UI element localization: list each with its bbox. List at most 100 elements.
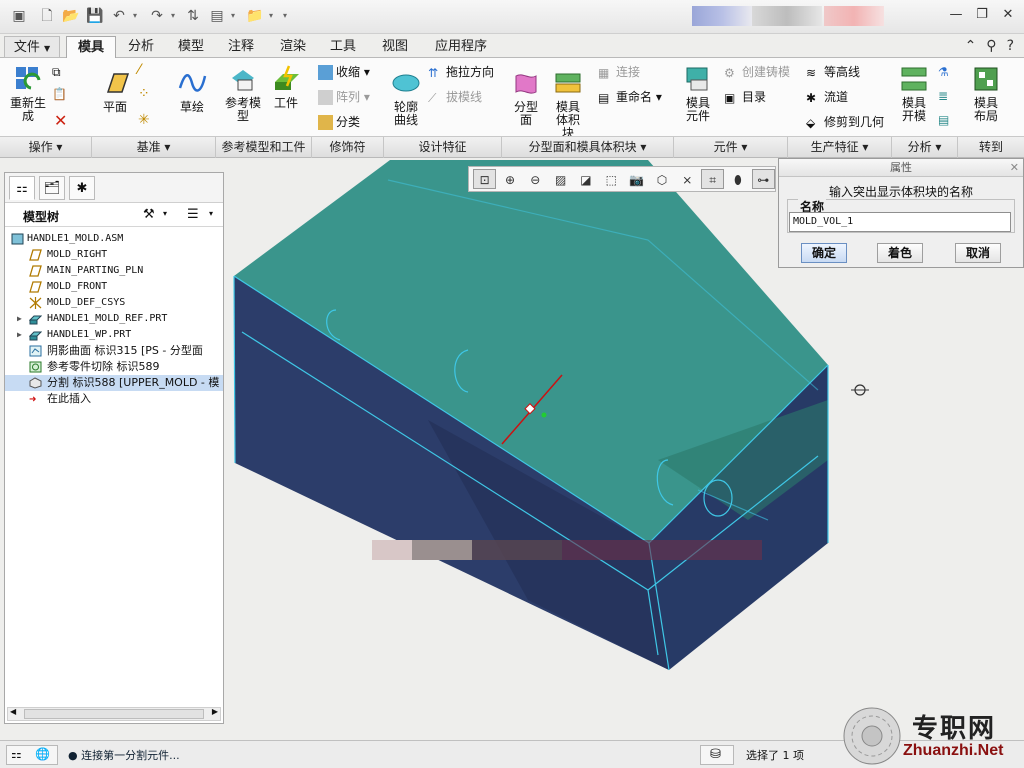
group-analysis[interactable]: 分析 ▾ bbox=[892, 137, 958, 158]
cancel-button[interactable]: 取消 bbox=[955, 243, 1001, 263]
search-icon[interactable]: ⚲ bbox=[986, 38, 996, 54]
expand-arrow-icon[interactable]: ▶ bbox=[17, 311, 22, 327]
shade-button[interactable]: 着色 bbox=[877, 243, 923, 263]
perspective-icon[interactable]: ⬡ bbox=[650, 169, 673, 189]
regenerate-button[interactable]: 重新生成 bbox=[8, 64, 48, 123]
tree-item-ref-part[interactable]: ▶ HANDLE1_MOLD_REF.PRT bbox=[5, 311, 223, 327]
runner-button[interactable]: ✱ 流道 bbox=[806, 89, 848, 105]
parting-surface-button[interactable]: 分型面 bbox=[508, 68, 544, 127]
tree-horizontal-scrollbar[interactable]: ◀ ▶ bbox=[7, 707, 221, 721]
analysis-icon-1[interactable]: ⚗ bbox=[938, 66, 949, 79]
tree-item-split[interactable]: 分割 标识588 [UPPER_MOLD - 模 bbox=[5, 375, 223, 391]
mold-volume-button[interactable]: 模具体积块 bbox=[546, 68, 590, 140]
new-file-icon[interactable]: 🗋 bbox=[38, 7, 56, 25]
view-manager-icon[interactable]: 📷 bbox=[625, 169, 648, 189]
save-icon[interactable]: 💾 bbox=[86, 7, 104, 25]
name-input[interactable]: MOLD_VOL_1 bbox=[789, 212, 1011, 232]
classify-button[interactable]: 分类 bbox=[318, 114, 360, 130]
app-icon[interactable]: ▣ bbox=[10, 7, 28, 25]
spin-center-toggle-icon[interactable]: ⬮ bbox=[726, 169, 749, 189]
selection-filter-icon[interactable]: ⛁ bbox=[700, 745, 734, 765]
group-components[interactable]: 元件 ▾ bbox=[674, 137, 788, 158]
undo-icon[interactable]: ↶ bbox=[110, 7, 128, 25]
delete-icon[interactable]: ✕ bbox=[54, 113, 67, 129]
display-style-icon[interactable]: ◪ bbox=[574, 169, 597, 189]
point-icon[interactable]: ⁘ bbox=[138, 87, 150, 101]
tab-tools[interactable]: 工具 bbox=[320, 36, 366, 58]
tree-settings-dropdown-icon[interactable]: ▾ bbox=[163, 209, 167, 218]
trim-to-geometry-button[interactable]: ⬙ 修剪到几何 bbox=[806, 114, 884, 130]
collapse-ribbon-icon[interactable]: ⌃ bbox=[965, 38, 977, 54]
windows-dropdown-icon[interactable]: ▾ bbox=[228, 7, 238, 25]
scroll-left-icon[interactable]: ◀ bbox=[10, 707, 16, 716]
tree-columns-icon[interactable]: ☰ bbox=[187, 207, 199, 222]
model-tree-tab-icon[interactable]: ⚏ bbox=[9, 176, 35, 200]
plane-button[interactable]: 平面 bbox=[98, 68, 132, 114]
tree-columns-dropdown-icon[interactable]: ▾ bbox=[209, 209, 213, 218]
refit-icon[interactable]: ⊡ bbox=[473, 169, 497, 189]
connect-button[interactable]: ▦ 连接 bbox=[598, 64, 640, 80]
mold-open-button[interactable]: 模具开模 bbox=[896, 64, 932, 123]
csys-icon[interactable]: ✳ bbox=[138, 113, 150, 127]
pattern-button[interactable]: 阵列 ▾ bbox=[318, 89, 370, 105]
navigator-toggle-icon[interactable]: ⚏ bbox=[11, 747, 22, 761]
tab-annotate[interactable]: 注释 bbox=[218, 36, 264, 58]
analysis-icon-2[interactable]: ≣ bbox=[938, 90, 948, 103]
catalog-button[interactable]: ▣ 目录 bbox=[724, 89, 766, 105]
close-dropdown-icon[interactable]: ▾ bbox=[266, 7, 276, 25]
draw-direction-button[interactable]: ⇈ 拖拉方向 bbox=[428, 64, 494, 80]
sketch-button[interactable]: 草绘 bbox=[174, 68, 210, 114]
group-production[interactable]: 生产特征 ▾ bbox=[788, 137, 892, 158]
repaint-icon[interactable]: ▨ bbox=[549, 169, 572, 189]
create-casting-button[interactable]: ⚙ 创建铸模 bbox=[724, 64, 790, 80]
tree-item-mold-right[interactable]: MOLD_RIGHT bbox=[5, 247, 223, 263]
tab-applications[interactable]: 应用程序 bbox=[424, 36, 498, 58]
tab-model[interactable]: 模型 bbox=[168, 36, 214, 58]
datum-display-icon[interactable]: ⨯ bbox=[676, 169, 699, 189]
windows-icon[interactable]: ▤ bbox=[208, 7, 226, 25]
browser-toggle-icon[interactable]: 🌐 bbox=[35, 747, 50, 761]
help-icon[interactable]: ? bbox=[1007, 38, 1014, 54]
csys-display-icon[interactable]: ⊶ bbox=[751, 169, 775, 189]
mold-component-button[interactable]: 模具元件 bbox=[678, 64, 718, 123]
tab-mold[interactable]: 模具 bbox=[66, 36, 116, 59]
tab-view[interactable]: 视图 bbox=[372, 36, 418, 58]
undo-dropdown-icon[interactable]: ▾ bbox=[130, 7, 140, 25]
paste-icon[interactable]: 📋 bbox=[52, 88, 67, 101]
group-operations[interactable]: 操作 ▾ bbox=[0, 137, 92, 158]
analysis-icon-3[interactable]: ▤ bbox=[938, 114, 949, 127]
mold-layout-button[interactable]: 模具布局 bbox=[966, 64, 1006, 123]
zoom-in-icon[interactable]: ⊕ bbox=[498, 169, 521, 189]
group-datum[interactable]: 基准 ▾ bbox=[92, 137, 216, 158]
annotation-display-icon[interactable]: ⌗ bbox=[700, 169, 725, 189]
expand-arrow-icon[interactable]: ▶ bbox=[17, 327, 22, 343]
tree-item-shadow-surface[interactable]: 阴影曲面 标识315 [PS - 分型面 bbox=[5, 343, 223, 359]
axis-icon[interactable]: ⁄ bbox=[138, 63, 140, 77]
tree-settings-icon[interactable]: ⚒ bbox=[143, 207, 155, 222]
rename-button[interactable]: ▤ 重命名 ▾ bbox=[598, 89, 662, 105]
tree-item-main-parting-pln[interactable]: MAIN_PARTING_PLN bbox=[5, 263, 223, 279]
workpiece-button[interactable]: 工件 bbox=[270, 64, 302, 110]
contour-lines-button[interactable]: ≋ 等高线 bbox=[806, 64, 860, 80]
folder-browser-tab-icon[interactable]: 🗂 bbox=[39, 176, 65, 200]
regenerate-icon[interactable]: ⇅ bbox=[184, 7, 202, 25]
ok-button[interactable]: 确定 bbox=[801, 243, 847, 263]
group-parting[interactable]: 分型面和模具体积块 ▾ bbox=[502, 137, 674, 158]
close-icon[interactable]: ✕ bbox=[1000, 6, 1016, 24]
tab-analysis[interactable]: 分析 bbox=[118, 36, 164, 58]
reference-model-button[interactable]: 参考模型 bbox=[222, 64, 264, 123]
tree-item-ref-part-cutout[interactable]: 参考零件切除 标识589 bbox=[5, 359, 223, 375]
restore-icon[interactable]: ❐ bbox=[974, 6, 990, 24]
close-window-icon[interactable]: 📁 bbox=[246, 7, 264, 25]
tab-file[interactable]: 文件 ▼ bbox=[4, 36, 60, 58]
scrollbar-thumb[interactable] bbox=[24, 709, 204, 719]
copy-icon[interactable]: ⧉ bbox=[52, 66, 61, 79]
tree-item-workpiece-part[interactable]: ▶ HANDLE1_WP.PRT bbox=[5, 327, 223, 343]
saved-views-icon[interactable]: ⬚ bbox=[600, 169, 623, 189]
tree-item-mold-front[interactable]: MOLD_FRONT bbox=[5, 279, 223, 295]
redo-dropdown-icon[interactable]: ▾ bbox=[168, 7, 178, 25]
tree-item-insert-here[interactable]: ➜ 在此插入 bbox=[5, 391, 223, 407]
draft-line-button[interactable]: ⟋ 拔模线 bbox=[428, 89, 482, 105]
scroll-right-icon[interactable]: ▶ bbox=[212, 707, 218, 716]
tree-item-assembly[interactable]: HANDLE1_MOLD.ASM bbox=[5, 231, 223, 247]
